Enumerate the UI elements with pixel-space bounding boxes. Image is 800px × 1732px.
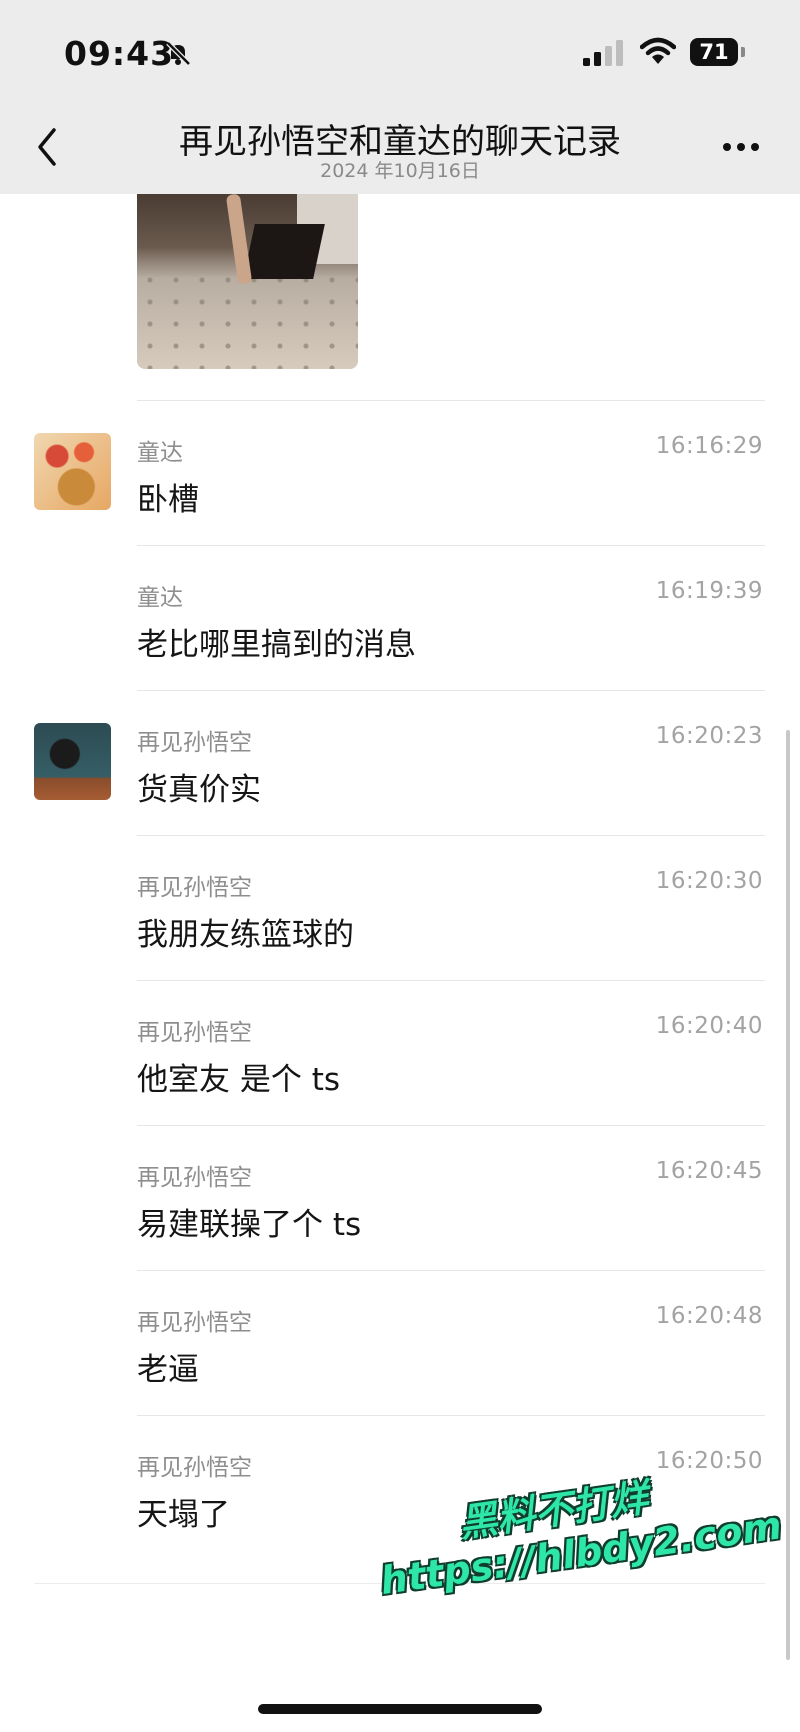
wifi-icon <box>640 37 676 64</box>
status-bar: 09:43 71 <box>0 0 800 100</box>
message-divider <box>137 1125 765 1126</box>
message-text: 我朋友练篮球的 <box>137 917 354 953</box>
sender-name: 再见孙悟空 <box>137 730 252 756</box>
message-time: 16:20:23 <box>655 723 763 749</box>
avatar-tongda[interactable] <box>34 433 111 510</box>
message-text: 他室友 是个 ts <box>137 1062 341 1098</box>
sender-name: 童达 <box>137 585 183 611</box>
message-text: 老比哪里搞到的消息 <box>137 627 416 663</box>
message-divider <box>137 1270 765 1271</box>
message-time: 16:20:45 <box>655 1158 763 1184</box>
message-text: 易建联操了个 ts <box>137 1207 362 1243</box>
home-indicator[interactable] <box>258 1704 542 1714</box>
watermark: 黑料不打烊 https://hlbdy2.com <box>370 1449 785 1603</box>
message-time: 16:19:39 <box>655 578 763 604</box>
page-subtitle: 2024 年10月16日 <box>320 160 480 182</box>
sender-name: 再见孙悟空 <box>137 1455 252 1481</box>
more-icon[interactable] <box>722 142 760 152</box>
sender-name: 童达 <box>137 440 183 466</box>
navigation-bar: 再见孙悟空和童达的聊天记录 2024 年10月16日 <box>0 100 800 194</box>
message-text: 卧槽 <box>137 482 199 518</box>
message-text: 货真价实 <box>137 772 261 808</box>
message-divider <box>137 545 765 546</box>
signal-icon <box>583 40 623 66</box>
chat-image[interactable] <box>137 194 358 369</box>
message-text: 天塌了 <box>137 1497 230 1533</box>
avatar-zaijian[interactable] <box>34 723 111 800</box>
battery-icon: 71 <box>690 38 738 66</box>
message-divider <box>137 1415 765 1416</box>
message-time: 16:20:40 <box>655 1013 763 1039</box>
message-time: 16:16:29 <box>655 433 763 459</box>
message-divider <box>137 980 765 981</box>
message-text: 老逼 <box>137 1352 199 1388</box>
bell-off-icon <box>166 41 191 66</box>
message-divider <box>137 400 765 401</box>
status-time: 09:43 <box>64 34 175 73</box>
sender-name: 再见孙悟空 <box>137 875 252 901</box>
table <box>243 224 325 279</box>
sender-name: 再见孙悟空 <box>137 1020 252 1046</box>
battery-tip <box>741 47 745 57</box>
sender-name: 再见孙悟空 <box>137 1310 252 1336</box>
floor-pattern <box>137 269 358 369</box>
message-time: 16:20:30 <box>655 868 763 894</box>
scrollbar[interactable] <box>786 730 790 1660</box>
sender-name: 再见孙悟空 <box>137 1165 252 1191</box>
message-divider <box>137 690 765 691</box>
message-divider <box>137 835 765 836</box>
message-time: 16:20:48 <box>655 1303 763 1329</box>
